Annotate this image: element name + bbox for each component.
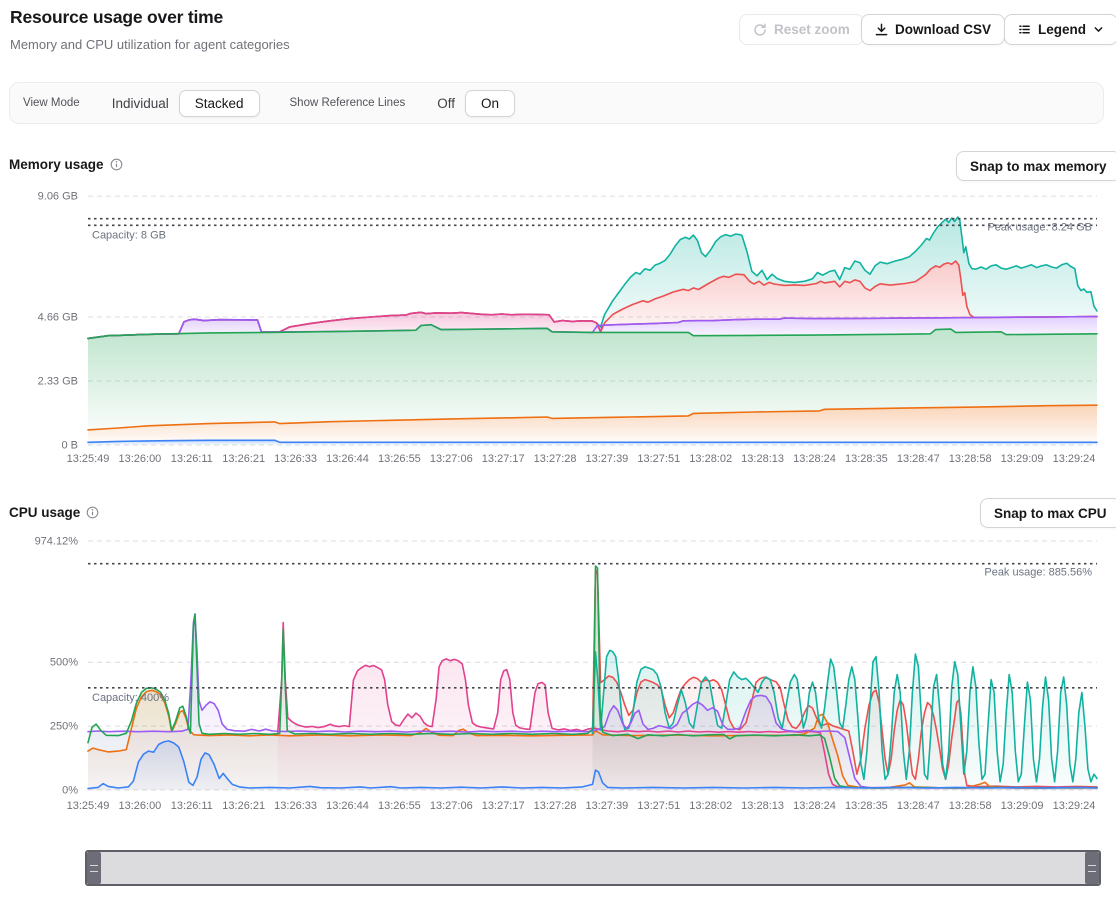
download-csv-button[interactable]: Download CSV: [861, 14, 1005, 45]
svg-text:13:27:06: 13:27:06: [430, 453, 473, 465]
grip-icon: [1088, 865, 1096, 872]
svg-text:13:27:39: 13:27:39: [585, 453, 628, 465]
svg-text:13:27:17: 13:27:17: [482, 453, 525, 465]
list-icon: [1018, 23, 1031, 36]
svg-text:13:26:21: 13:26:21: [222, 800, 265, 812]
svg-text:Peak usage: 885.56%: Peak usage: 885.56%: [984, 567, 1092, 579]
svg-text:13:28:24: 13:28:24: [793, 453, 836, 465]
svg-text:13:29:24: 13:29:24: [1053, 800, 1096, 812]
svg-text:13:26:00: 13:26:00: [118, 453, 161, 465]
svg-text:13:29:09: 13:29:09: [1001, 800, 1044, 812]
memory-title-text: Memory usage: [9, 157, 104, 172]
svg-text:250%: 250%: [50, 721, 78, 733]
svg-text:13:26:33: 13:26:33: [274, 800, 317, 812]
view-mode-label: View Mode: [23, 97, 80, 109]
info-icon[interactable]: [86, 506, 99, 519]
snap-cpu-label: Snap to max CPU: [994, 506, 1107, 521]
view-mode-individual-option[interactable]: Individual: [102, 90, 179, 117]
page-subtitle: Memory and CPU utilization for agent cat…: [10, 37, 290, 52]
download-csv-label: Download CSV: [895, 22, 991, 37]
legend-label: Legend: [1038, 22, 1086, 37]
svg-text:2.33 GB: 2.33 GB: [38, 376, 78, 388]
svg-text:13:28:47: 13:28:47: [897, 800, 940, 812]
refresh-icon: [753, 23, 767, 37]
svg-text:13:27:17: 13:27:17: [482, 800, 525, 812]
svg-text:Capacity: 400%: Capacity: 400%: [92, 692, 169, 704]
svg-text:13:28:58: 13:28:58: [949, 800, 992, 812]
svg-text:13:28:35: 13:28:35: [845, 800, 888, 812]
view-mode-stacked-option[interactable]: Stacked: [179, 90, 260, 117]
svg-text:13:28:24: 13:28:24: [793, 800, 836, 812]
svg-text:13:26:11: 13:26:11: [171, 800, 213, 812]
svg-text:13:26:00: 13:26:00: [118, 800, 161, 812]
svg-text:13:29:09: 13:29:09: [1001, 453, 1044, 465]
chart-controls-bar: View Mode Individual Stacked Show Refere…: [9, 82, 1104, 124]
svg-text:974.12%: 974.12%: [35, 536, 79, 548]
svg-text:13:28:35: 13:28:35: [845, 453, 888, 465]
time-range-brush[interactable]: [85, 850, 1101, 886]
snap-to-max-cpu-button[interactable]: Snap to max CPU: [980, 498, 1116, 528]
grip-icon: [90, 865, 98, 872]
svg-text:13:26:44: 13:26:44: [326, 800, 369, 812]
brush-right-handle[interactable]: [1085, 852, 1099, 884]
svg-text:Peak usage: 8.24 GB: Peak usage: 8.24 GB: [987, 222, 1092, 234]
show-reference-lines-label: Show Reference Lines: [290, 97, 406, 109]
brush-left-handle[interactable]: [87, 852, 101, 884]
svg-text:13:25:49: 13:25:49: [67, 453, 110, 465]
snap-memory-label: Snap to max memory: [970, 159, 1107, 174]
svg-text:13:26:21: 13:26:21: [222, 453, 265, 465]
cpu-section-title: CPU usage: [9, 505, 99, 520]
svg-text:13:26:55: 13:26:55: [378, 453, 421, 465]
svg-text:13:27:06: 13:27:06: [430, 800, 473, 812]
svg-text:13:26:44: 13:26:44: [326, 453, 369, 465]
svg-text:13:27:39: 13:27:39: [585, 800, 628, 812]
svg-text:13:28:47: 13:28:47: [897, 453, 940, 465]
svg-text:13:29:24: 13:29:24: [1053, 453, 1096, 465]
svg-text:13:28:02: 13:28:02: [689, 453, 732, 465]
svg-text:13:28:13: 13:28:13: [741, 453, 784, 465]
svg-text:13:28:13: 13:28:13: [741, 800, 784, 812]
snap-to-max-memory-button[interactable]: Snap to max memory: [956, 151, 1116, 181]
svg-text:4.66 GB: 4.66 GB: [38, 312, 78, 324]
reference-lines-off-option[interactable]: Off: [427, 90, 465, 117]
download-icon: [875, 23, 888, 36]
svg-text:500%: 500%: [50, 657, 78, 669]
page-title: Resource usage over time: [10, 7, 223, 28]
resource-usage-page: Resource usage over time Memory and CPU …: [0, 0, 1116, 906]
cpu-chart-svg[interactable]: 0% 250% 500% 974.12% 13:25:49 13:26:00 13:26:1…: [0, 535, 1116, 820]
svg-text:0%: 0%: [62, 785, 78, 797]
svg-text:13:27:28: 13:27:28: [534, 453, 577, 465]
svg-text:13:27:51: 13:27:51: [637, 800, 680, 812]
reset-zoom-button[interactable]: Reset zoom: [739, 14, 864, 45]
svg-text:13:27:51: 13:27:51: [637, 453, 680, 465]
memory-chart-svg[interactable]: 0 B 2.33 GB 4.66 GB 9.06 GB 13:25:49 13:26:00…: [0, 185, 1116, 470]
svg-text:Capacity: 8 GB: Capacity: 8 GB: [92, 229, 166, 241]
memory-section-title: Memory usage: [9, 157, 123, 172]
legend-button[interactable]: Legend: [1004, 14, 1116, 45]
svg-text:0 B: 0 B: [61, 440, 78, 452]
svg-text:13:28:02: 13:28:02: [689, 800, 732, 812]
chevron-down-icon: [1093, 24, 1104, 35]
svg-text:13:27:28: 13:27:28: [534, 800, 577, 812]
svg-text:13:25:49: 13:25:49: [67, 800, 110, 812]
svg-text:9.06 GB: 9.06 GB: [38, 191, 78, 203]
svg-text:13:26:33: 13:26:33: [274, 453, 317, 465]
svg-text:13:28:58: 13:28:58: [949, 453, 992, 465]
info-icon[interactable]: [110, 158, 123, 171]
reference-lines-on-option[interactable]: On: [465, 90, 515, 117]
svg-text:13:26:11: 13:26:11: [171, 453, 213, 465]
reset-zoom-label: Reset zoom: [774, 22, 850, 37]
svg-text:13:26:55: 13:26:55: [378, 800, 421, 812]
cpu-title-text: CPU usage: [9, 505, 80, 520]
